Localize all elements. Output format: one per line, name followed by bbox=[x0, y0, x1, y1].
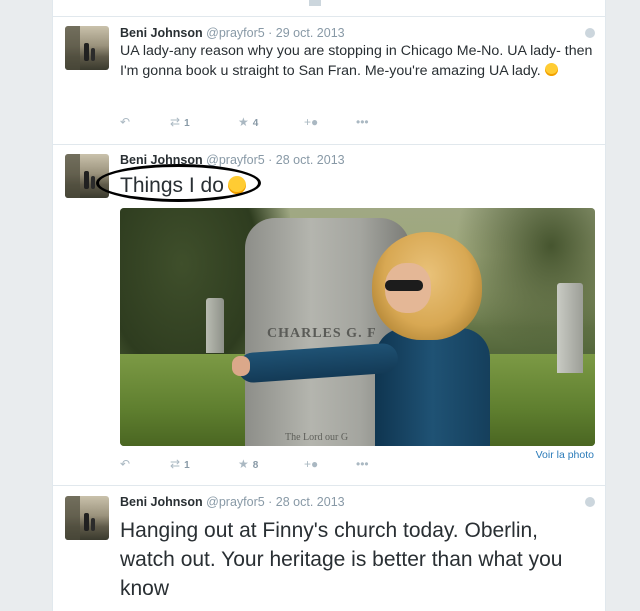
timeline-top-divider bbox=[53, 0, 605, 17]
separator: · bbox=[264, 153, 276, 167]
avatar[interactable] bbox=[65, 26, 109, 70]
timestamp[interactable]: 29 oct. 2013 bbox=[276, 26, 345, 40]
timestamp[interactable]: 28 oct. 2013 bbox=[276, 153, 345, 167]
follow-icon[interactable]: +● bbox=[304, 456, 318, 472]
favorite-button[interactable]: ★ 4 bbox=[238, 114, 258, 132]
smiley-emoji-icon bbox=[544, 63, 558, 76]
annotation-ellipse bbox=[96, 164, 261, 202]
tweet-header: Beni Johnson @prayfor5 · 29 oct. 2013 bbox=[120, 26, 345, 40]
more-icon[interactable]: ••• bbox=[356, 114, 369, 130]
separator: · bbox=[264, 495, 276, 509]
tweet-text: UA lady-any reason why you are stopping … bbox=[120, 41, 598, 81]
view-photo-link[interactable]: Voir la photo bbox=[536, 449, 594, 461]
scroll-nub bbox=[309, 0, 321, 6]
tweet-text-body: UA lady-any reason why you are stopping … bbox=[120, 43, 593, 79]
reply-icon[interactable]: ↶ bbox=[120, 114, 130, 130]
tweet-photo[interactable]: CHARLES G. F The Lord our G bbox=[120, 208, 595, 446]
fullname[interactable]: Beni Johnson bbox=[120, 26, 203, 40]
favorite-count: 8 bbox=[252, 460, 259, 471]
timeline: Beni Johnson @prayfor5 · 29 oct. 2013 UA… bbox=[52, 0, 606, 611]
tweet[interactable]: Beni Johnson @prayfor5 · 28 oct. 2013 Ha… bbox=[53, 486, 605, 611]
tweet[interactable]: Beni Johnson @prayfor5 · 29 oct. 2013 UA… bbox=[53, 17, 605, 145]
gear-icon[interactable] bbox=[585, 497, 595, 507]
fullname[interactable]: Beni Johnson bbox=[120, 495, 203, 509]
username[interactable]: @prayfor5 bbox=[206, 495, 265, 509]
retweet-button[interactable]: ⇄ 1 bbox=[170, 114, 190, 132]
tweet-header: Beni Johnson @prayfor5 · 28 oct. 2013 bbox=[120, 495, 345, 509]
username[interactable]: @prayfor5 bbox=[206, 153, 265, 167]
avatar[interactable] bbox=[65, 496, 109, 540]
separator: · bbox=[264, 26, 276, 40]
more-icon[interactable]: ••• bbox=[356, 456, 369, 472]
favorite-count: 4 bbox=[252, 118, 259, 129]
gravestone-engraving-2: The Lord our G bbox=[285, 432, 349, 443]
retweet-count: 1 bbox=[184, 460, 190, 471]
favorite-button[interactable]: ★ 8 bbox=[238, 456, 258, 474]
retweet-count: 1 bbox=[184, 118, 190, 129]
timestamp[interactable]: 28 oct. 2013 bbox=[276, 495, 345, 509]
retweet-button[interactable]: ⇄ 1 bbox=[170, 456, 190, 474]
follow-icon[interactable]: +● bbox=[304, 114, 318, 130]
gravestone-engraving: CHARLES G. F bbox=[267, 326, 377, 341]
username[interactable]: @prayfor5 bbox=[206, 26, 265, 40]
tweet-text: Hanging out at Finny's church today. Obe… bbox=[120, 519, 563, 600]
gear-icon[interactable] bbox=[585, 28, 595, 38]
reply-icon[interactable]: ↶ bbox=[120, 456, 130, 472]
